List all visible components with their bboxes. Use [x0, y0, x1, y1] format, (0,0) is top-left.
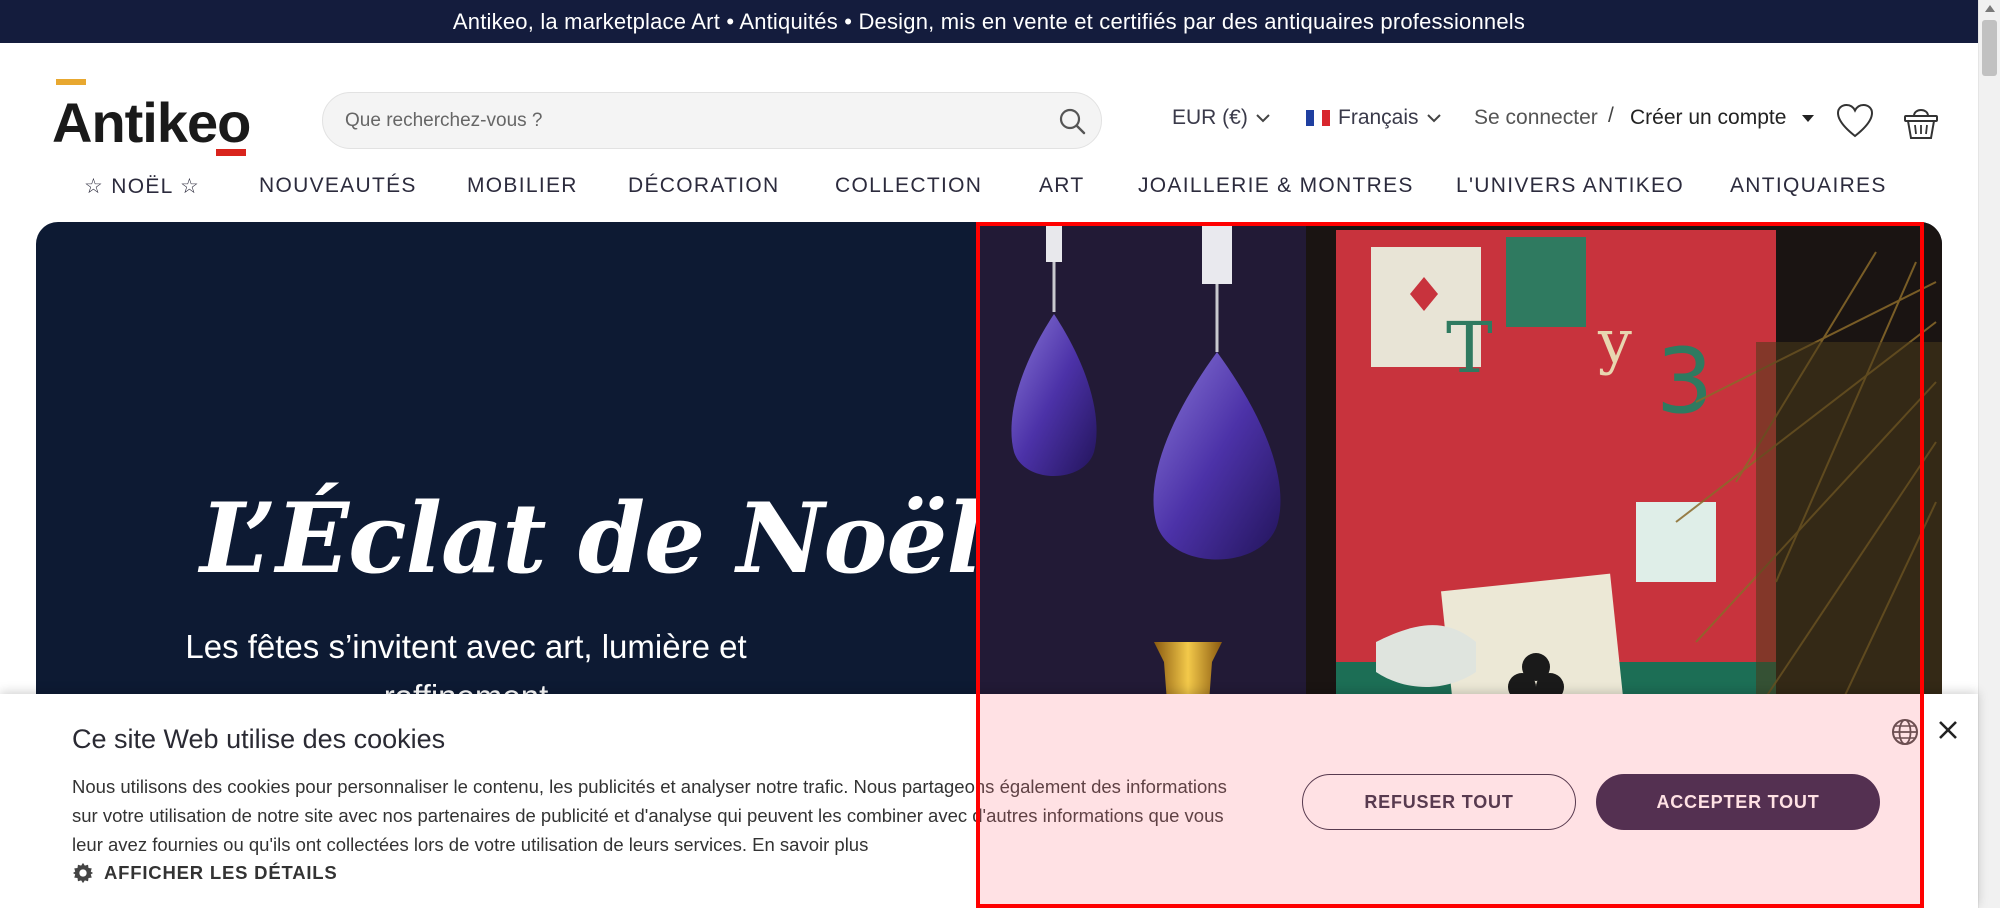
search-bar [322, 92, 1102, 149]
account-separator: / [1608, 104, 1614, 127]
show-details-toggle[interactable]: AFFICHER LES DÉTAILS [72, 862, 338, 884]
nav-item-collection[interactable]: COLLECTION [835, 174, 982, 198]
nav-item-joaillerie-montres[interactable]: JOAILLERIE & MONTRES [1138, 174, 1414, 198]
page-scrollbar[interactable] [1978, 0, 2000, 908]
caret-down-icon [1802, 114, 1815, 122]
logo-accent-bottom [216, 149, 246, 156]
nav-item-art[interactable]: ART [1039, 174, 1085, 198]
chevron-down-icon [1426, 114, 1441, 123]
france-flag-icon [1306, 110, 1330, 126]
currency-selector[interactable]: EUR (€) [1172, 106, 1270, 130]
search-input[interactable] [345, 93, 1025, 148]
main-nav: ☆ NOËL ☆ NOUVEAUTÉS MOBILIER DÉCORATION … [0, 170, 1978, 204]
scrollbar-thumb[interactable] [1982, 20, 1997, 76]
announcement-bar: Antikeo, la marketplace Art • Antiquités… [0, 0, 1978, 43]
basket-icon[interactable] [1902, 102, 1940, 142]
show-details-label: AFFICHER LES DÉTAILS [104, 862, 338, 883]
login-label: Se connecter [1474, 106, 1598, 129]
nav-item-antiquaires[interactable]: ANTIQUAIRES [1730, 174, 1887, 198]
highlight-box [976, 222, 1924, 908]
logo-text: Antikeo [52, 91, 251, 154]
scroll-up-arrow-icon[interactable] [1985, 5, 1995, 12]
nav-item-mobilier[interactable]: MOBILIER [467, 174, 578, 198]
nav-item-decoration[interactable]: DÉCORATION [628, 174, 779, 198]
chevron-down-icon [1256, 114, 1270, 123]
search-icon[interactable] [1057, 106, 1087, 136]
language-selector[interactable]: Français [1306, 106, 1441, 130]
announcement-text: Antikeo, la marketplace Art • Antiquités… [452, 8, 1526, 34]
login-link[interactable]: Se connecter [1474, 106, 1598, 130]
nav-item-univers-antikeo[interactable]: L'UNIVERS ANTIKEO [1456, 174, 1684, 198]
logo-accent-top [56, 79, 86, 85]
site-logo[interactable]: Antikeo [52, 76, 252, 160]
cookie-title: Ce site Web utilise des cookies [72, 724, 446, 754]
close-icon[interactable] [1934, 716, 1962, 744]
nav-item-nouveautes[interactable]: NOUVEAUTÉS [259, 174, 417, 198]
signup-label: Créer un compte [1630, 106, 1787, 129]
page: Antikeo, la marketplace Art • Antiquités… [0, 0, 2000, 908]
language-label: Français [1338, 106, 1419, 129]
signup-link[interactable]: Créer un compte [1630, 106, 1815, 130]
currency-label: EUR (€) [1172, 106, 1248, 129]
gear-icon [72, 862, 94, 884]
heart-icon[interactable] [1836, 103, 1874, 139]
nav-item-noel[interactable]: ☆ NOËL ☆ [84, 174, 200, 199]
learn-more-link[interactable]: En savoir plus [752, 834, 868, 855]
hero-title: L’Éclat de Noël [200, 482, 983, 595]
